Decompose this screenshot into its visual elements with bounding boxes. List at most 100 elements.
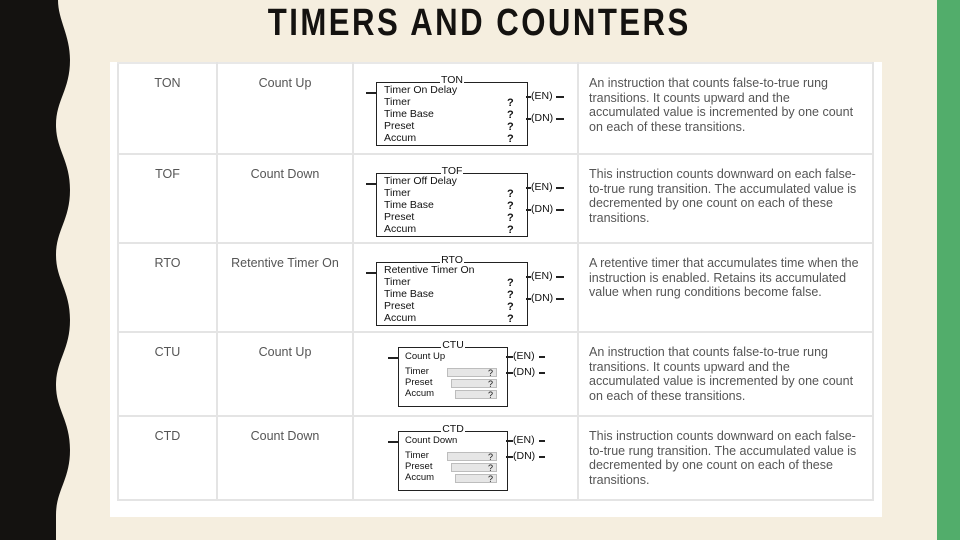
block-field-label: Timer (384, 96, 411, 108)
output-wire (539, 356, 545, 358)
instruction-code: CTU (117, 331, 218, 417)
block-field-label: Time Base (384, 199, 434, 211)
block-field-value: ? (447, 368, 497, 378)
accent-bar (937, 0, 960, 540)
block-field-label: Accum (405, 472, 435, 483)
output-wire (556, 187, 564, 189)
block-field-value: ? (507, 133, 514, 145)
block-field-value: ? (451, 463, 497, 473)
output-wire (506, 440, 513, 442)
output-wire (556, 276, 564, 278)
instruction-description: An instruction that counts false-to-true… (577, 62, 874, 155)
table-row: CTD Count Down CTD Count Down Timer? Preset? A… (117, 415, 874, 501)
instruction-name: Retentive Timer On (216, 242, 354, 333)
block-field-value: ? (507, 97, 514, 109)
instruction-description: An instruction that counts false-to-true… (577, 331, 874, 417)
instruction-name: Count Up (216, 331, 354, 417)
output-wire (556, 298, 564, 300)
block-field-label: Time Base (384, 108, 434, 120)
instruction-code: TOF (117, 153, 218, 244)
output-wire (506, 456, 513, 458)
block-field-value: ? (451, 379, 497, 389)
block-field-value: ? (507, 121, 514, 133)
instruction-code: RTO (117, 242, 218, 333)
block-subtitle: Count Down (405, 435, 458, 446)
en-coil: (EN) (531, 270, 553, 282)
en-coil: (EN) (513, 434, 535, 446)
output-wire (556, 96, 564, 98)
block-field-value: ? (507, 313, 514, 325)
table-row: TON Count Up TON Timer On Delay Timer? Time B… (117, 62, 874, 155)
left-wave-decoration (0, 0, 70, 540)
block-box: CTD Count Down Timer? Preset? Accum? (398, 423, 508, 491)
input-rung-wire (366, 92, 376, 94)
block-header: CTD (441, 423, 465, 435)
block-field-label: Accum (384, 132, 417, 144)
dn-coil: (DN) (531, 292, 554, 304)
block-box: TOF Timer Off Delay Timer? Time Base? Preset… (376, 165, 528, 237)
block-field-value: ? (447, 452, 497, 462)
block-field-label: Preset (384, 120, 415, 132)
dn-coil: (DN) (531, 203, 554, 215)
table-row: RTO Retentive Timer On RTO Retentive Timer … (117, 242, 874, 333)
block-field-value: ? (507, 277, 514, 289)
instruction-description: This instruction counts downward on each… (577, 153, 874, 244)
block-field-label: Preset (384, 300, 415, 312)
output-wire (539, 440, 545, 442)
instruction-description: This instruction counts downward on each… (577, 415, 874, 501)
block-field-label: Accum (405, 388, 435, 399)
table-row: TOF Count Down TOF Timer Off Delay Timer? Tim… (117, 153, 874, 244)
input-rung-wire (388, 357, 398, 359)
block-field-value: ? (507, 188, 514, 200)
block-field-value: ? (507, 224, 514, 236)
block-box: CTU Count Up Timer? Preset? Accum? (398, 339, 508, 407)
block-subtitle: Count Up (405, 351, 446, 362)
block-field-label: Accum (384, 312, 417, 324)
instruction-table-image: TON Count Up TON Timer On Delay Timer? Time B… (110, 62, 882, 517)
block-field-value: ? (507, 200, 514, 212)
dn-coil: (DN) (531, 112, 554, 124)
block-field-value: ? (507, 212, 514, 224)
input-rung-wire (388, 441, 398, 443)
output-wire (556, 209, 564, 211)
block-field-value: ? (455, 474, 497, 484)
block-field-value: ? (507, 109, 514, 121)
output-wire (539, 456, 545, 458)
dn-coil: (DN) (513, 450, 536, 462)
output-wire (506, 356, 513, 358)
input-rung-wire (366, 272, 376, 274)
block-box: RTO Retentive Timer On Timer? Time Base? Pre… (376, 254, 528, 326)
ladder-block-cell: CTD Count Down Timer? Preset? Accum? (EN) (DN) (352, 415, 579, 501)
dn-coil: (DN) (513, 366, 536, 378)
output-wire (506, 372, 513, 374)
block-field-value: ? (507, 301, 514, 313)
block-field-label: Timer (384, 276, 411, 288)
instruction-name: Count Down (216, 415, 354, 501)
en-coil: (EN) (531, 181, 553, 193)
instruction-code: CTD (117, 415, 218, 501)
ladder-block-cell: TOF Timer Off Delay Timer? Time Base? Preset… (352, 153, 579, 244)
instruction-code: TON (117, 62, 218, 155)
block-field-label: Accum (384, 223, 417, 235)
input-rung-wire (366, 183, 376, 185)
instruction-name: Count Down (216, 153, 354, 244)
block-header: CTU (441, 339, 465, 351)
block-box: TON Timer On Delay Timer? Time Base? Preset?… (376, 74, 528, 146)
output-wire (556, 118, 564, 120)
block-subtitle: Timer On Delay (384, 84, 458, 96)
block-field-label: Preset (384, 211, 415, 223)
block-field-value: ? (455, 390, 497, 400)
ladder-block-cell: CTU Count Up Timer? Preset? Accum? (EN) (DN) (352, 331, 579, 417)
en-coil: (EN) (513, 350, 535, 362)
output-wire (539, 372, 545, 374)
instruction-table: TON Count Up TON Timer On Delay Timer? Time B… (117, 62, 874, 501)
block-subtitle: Retentive Timer On (384, 264, 475, 276)
block-field-value: ? (507, 289, 514, 301)
table-row: CTU Count Up CTU Count Up Timer? Preset? Accum… (117, 331, 874, 417)
page-title: TIMERS AND COUNTERS (267, 2, 691, 44)
block-field-label: Time Base (384, 288, 434, 300)
ladder-block-cell: RTO Retentive Timer On Timer? Time Base? Pre… (352, 242, 579, 333)
en-coil: (EN) (531, 90, 553, 102)
instruction-name: Count Up (216, 62, 354, 155)
block-subtitle: Timer Off Delay (384, 175, 457, 187)
